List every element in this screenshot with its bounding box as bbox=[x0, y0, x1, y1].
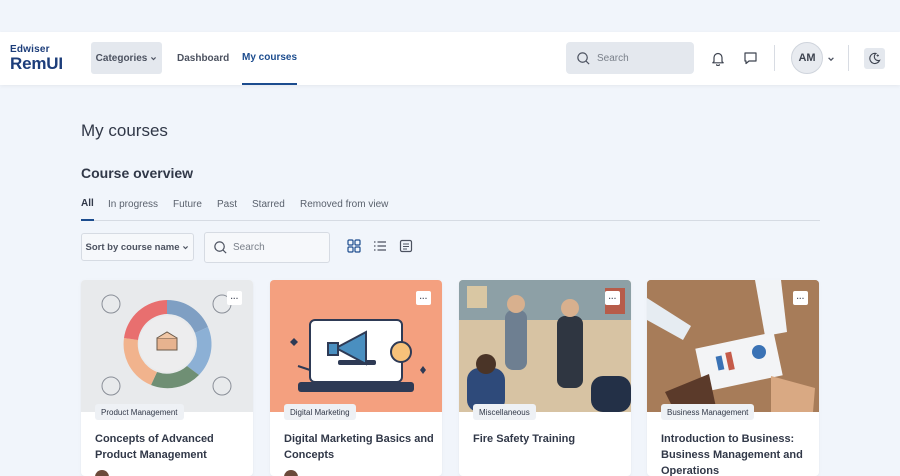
course-category-badge: Digital Marketing bbox=[284, 404, 356, 420]
tab-past[interactable]: Past bbox=[217, 188, 237, 221]
brand-logo[interactable]: Edwiser RemUI bbox=[10, 44, 63, 72]
tab-removed-from-view[interactable]: Removed from view bbox=[300, 188, 388, 221]
messages-button[interactable] bbox=[741, 49, 759, 67]
nav-divider bbox=[774, 45, 775, 71]
course-category-badge: Miscellaneous bbox=[473, 404, 536, 420]
course-card[interactable]: ··· Miscellaneous Fire Safety Training bbox=[459, 280, 631, 476]
chevron-down-icon bbox=[151, 56, 157, 60]
course-search-input[interactable]: Search bbox=[204, 232, 330, 263]
user-initials: AM bbox=[798, 52, 816, 64]
course-title[interactable]: Concepts of Advanced Product Management bbox=[95, 431, 245, 463]
course-title[interactable]: Fire Safety Training bbox=[473, 431, 623, 447]
course-title[interactable]: Introduction to Business: Business Manag… bbox=[661, 431, 811, 476]
course-menu-button[interactable]: ··· bbox=[227, 291, 242, 305]
nav-link-label: Dashboard bbox=[177, 53, 230, 64]
tab-starred[interactable]: Starred bbox=[252, 188, 285, 221]
top-navbar: Edwiser RemUI Categories Dashboard My co… bbox=[0, 32, 900, 85]
user-avatar[interactable]: AM bbox=[791, 42, 823, 74]
list-view-icon[interactable] bbox=[373, 239, 387, 253]
sort-label: Sort by course name bbox=[85, 241, 180, 253]
chat-icon bbox=[743, 52, 757, 65]
search-icon bbox=[577, 51, 590, 65]
search-placeholder: Search bbox=[233, 242, 265, 253]
page-title: My courses bbox=[81, 121, 168, 140]
brand-line2: RemUI bbox=[10, 54, 63, 73]
summary-view-icon[interactable] bbox=[399, 239, 413, 253]
course-menu-button[interactable]: ··· bbox=[416, 291, 431, 305]
tab-all[interactable]: All bbox=[81, 188, 94, 221]
chevron-down-icon bbox=[183, 245, 189, 249]
tab-future[interactable]: Future bbox=[173, 188, 202, 221]
user-menu-chevron-icon[interactable] bbox=[827, 55, 835, 63]
sort-dropdown[interactable]: Sort by course name bbox=[81, 233, 194, 261]
bell-icon bbox=[712, 52, 724, 66]
course-card[interactable]: ··· Business Management Introduction to … bbox=[647, 280, 819, 476]
course-card[interactable]: ··· Digital Marketing Digital Marketing … bbox=[270, 280, 442, 476]
nav-divider bbox=[848, 45, 849, 71]
nav-link-dashboard[interactable]: Dashboard bbox=[177, 32, 229, 85]
search-placeholder: Search bbox=[597, 52, 629, 64]
tab-in-progress[interactable]: In progress bbox=[108, 188, 158, 221]
course-menu-button[interactable]: ··· bbox=[605, 291, 620, 305]
course-title[interactable]: Digital Marketing Basics and Concepts bbox=[284, 431, 434, 463]
card-view-icon[interactable] bbox=[347, 239, 361, 253]
moon-icon bbox=[869, 52, 881, 65]
global-search-input[interactable]: Search bbox=[566, 42, 694, 74]
categories-label: Categories bbox=[95, 52, 148, 64]
notifications-button[interactable] bbox=[709, 49, 727, 67]
search-icon bbox=[214, 241, 227, 254]
course-filter-tabs: All In progress Future Past Starred Remo… bbox=[81, 188, 820, 221]
nav-link-label: My courses bbox=[242, 52, 298, 63]
categories-dropdown[interactable]: Categories bbox=[91, 42, 162, 74]
dark-mode-toggle[interactable] bbox=[864, 48, 885, 69]
teacher-avatar bbox=[95, 470, 109, 476]
course-category-badge: Business Management bbox=[661, 404, 755, 420]
teacher-avatar bbox=[284, 470, 298, 476]
course-card[interactable]: ··· Product Management Concepts of Advan… bbox=[81, 280, 253, 476]
course-menu-button[interactable]: ··· bbox=[793, 291, 808, 305]
course-category-badge: Product Management bbox=[95, 404, 184, 420]
nav-link-my-courses[interactable]: My courses bbox=[242, 32, 298, 85]
course-overview-heading: Course overview bbox=[81, 165, 194, 181]
